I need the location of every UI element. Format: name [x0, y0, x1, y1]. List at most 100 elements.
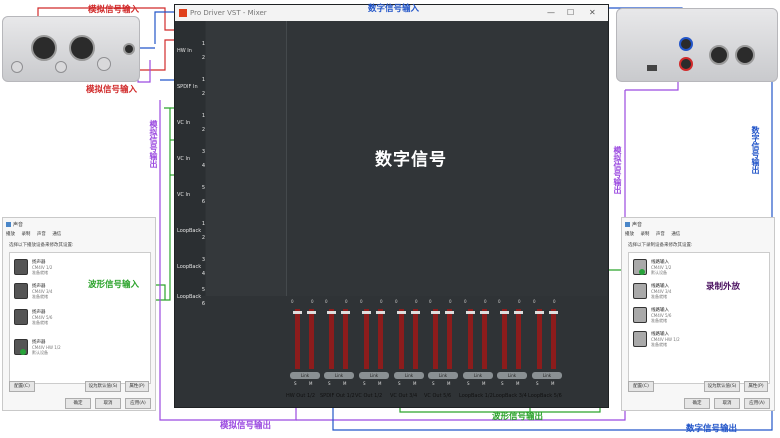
fader-handle[interactable] [293, 311, 302, 314]
solo-button[interactable]: S [328, 381, 331, 386]
input-channel-number: 6 [201, 301, 205, 307]
minimize-icon[interactable]: — [547, 5, 555, 21]
mute-button[interactable]: M [413, 381, 416, 386]
solo-button[interactable]: S [398, 381, 401, 386]
link-button[interactable]: Link [394, 372, 424, 379]
tab-recording[interactable]: 录制 [640, 232, 649, 237]
fader-handle[interactable] [307, 311, 316, 314]
link-button[interactable]: Link [463, 372, 493, 379]
set-default-button[interactable]: 设为默认值(S) [704, 381, 740, 392]
solo-button[interactable]: S [432, 381, 435, 386]
tab-communications[interactable]: 通信 [52, 232, 61, 237]
fader-handle[interactable] [362, 311, 371, 314]
annotation-record-loopback: 录制外放 [706, 282, 741, 292]
fader-handle[interactable] [327, 311, 336, 314]
fader-track[interactable] [480, 309, 489, 369]
solo-button[interactable]: S [536, 381, 539, 386]
device-status: 准备就绪 [651, 294, 667, 299]
fader-track[interactable] [376, 309, 385, 369]
fader-handle[interactable] [397, 311, 406, 314]
fader-handle[interactable] [514, 311, 523, 314]
list-item[interactable]: 线路输入 CM4IV HW 1/2 准备就绪 [633, 331, 743, 349]
configure-button[interactable]: 配置(C) [9, 381, 35, 392]
output-channel-label: VC Out 5/6 [424, 393, 452, 399]
fader-handle[interactable] [376, 311, 385, 314]
fader-track[interactable] [466, 309, 475, 369]
input-channel-number: 2 [201, 91, 205, 97]
solo-button[interactable]: S [363, 381, 366, 386]
fader-handle[interactable] [500, 311, 509, 314]
link-button[interactable]: Link [324, 372, 354, 379]
configure-button[interactable]: 配置(C) [628, 381, 654, 392]
fader-handle[interactable] [535, 311, 544, 314]
list-item[interactable]: 扬声器 CM4IV 5/6 准备就绪 [14, 309, 124, 327]
tab-playback[interactable]: 播放 [6, 232, 15, 237]
link-button[interactable]: Link [497, 372, 527, 379]
annotation-digital-in: 数字信号输入 [368, 4, 420, 14]
mute-button[interactable]: M [343, 381, 346, 386]
fader-handle[interactable] [431, 311, 440, 314]
set-default-button[interactable]: 设为默认值(S) [85, 381, 121, 392]
fader-track[interactable] [445, 309, 454, 369]
solo-button[interactable]: S [501, 381, 504, 386]
cancel-button[interactable]: 取消 [95, 398, 121, 409]
properties-button[interactable]: 属性(P) [125, 381, 149, 392]
tab-playback[interactable]: 播放 [625, 232, 634, 237]
tab-sounds[interactable]: 声音 [37, 232, 46, 237]
list-item[interactable]: 线路输入 CM4IV 1/2 默认设备 [633, 259, 743, 277]
maximize-icon[interactable]: ☐ [567, 5, 574, 21]
device-status: 准备就绪 [32, 270, 48, 275]
apply-button[interactable]: 应用(A) [125, 398, 151, 409]
fader-track[interactable] [293, 309, 302, 369]
tab-sounds[interactable]: 声音 [656, 232, 665, 237]
mute-button[interactable]: M [447, 381, 450, 386]
fader-track[interactable] [362, 309, 371, 369]
fader-handle[interactable] [466, 311, 475, 314]
fader-handle[interactable] [549, 311, 558, 314]
fader-track[interactable] [411, 309, 420, 369]
dialog-title: 声音 [632, 222, 643, 228]
mute-button[interactable]: M [482, 381, 485, 386]
tab-communications[interactable]: 通信 [671, 232, 680, 237]
fader-handle[interactable] [411, 311, 420, 314]
close-icon[interactable]: ✕ [589, 5, 596, 21]
fader-track[interactable] [397, 309, 406, 369]
cancel-button[interactable]: 取消 [714, 398, 740, 409]
link-button[interactable]: Link [532, 372, 562, 379]
mute-button[interactable]: M [378, 381, 381, 386]
fader-handle[interactable] [445, 311, 454, 314]
list-item[interactable]: 扬声器 CM4IV 1/2 准备就绪 [14, 259, 124, 277]
mute-button[interactable]: M [516, 381, 519, 386]
tab-recording[interactable]: 录制 [21, 232, 30, 237]
solo-button[interactable]: S [467, 381, 470, 386]
fader-track[interactable] [431, 309, 440, 369]
fader-track[interactable] [514, 309, 523, 369]
fader-track[interactable] [327, 309, 336, 369]
mute-button[interactable]: M [551, 381, 554, 386]
playback-dialog: 声音 播放 录制 声音 通信 选择以下播放设备来修改其设置: 扬声器 CM4IV… [2, 217, 156, 411]
list-item[interactable]: 线路输入 CM4IV 5/6 准备就绪 [633, 307, 743, 325]
fader-handle[interactable] [341, 311, 350, 314]
list-item[interactable]: 扬声器 CM4IV HW 1/2 默认设备 [14, 339, 124, 357]
fader-handle[interactable] [480, 311, 489, 314]
spdif-port [679, 37, 693, 51]
properties-button[interactable]: 属性(P) [744, 381, 768, 392]
input-channel-name: VC In [177, 120, 191, 126]
link-button[interactable]: Link [428, 372, 458, 379]
link-button[interactable]: Link [290, 372, 320, 379]
fader-track[interactable] [549, 309, 558, 369]
output-strip: 0 0 Link S M [462, 297, 494, 397]
input-channel-name: HW In [177, 48, 192, 54]
fader-track[interactable] [341, 309, 350, 369]
solo-button[interactable]: S [294, 381, 297, 386]
ok-button[interactable]: 确定 [65, 398, 91, 409]
fader-track[interactable] [307, 309, 316, 369]
meter-readout: 0 [518, 299, 521, 304]
mute-button[interactable]: M [309, 381, 312, 386]
link-button[interactable]: Link [359, 372, 389, 379]
fader-track[interactable] [535, 309, 544, 369]
output-channel-label: LoopBack 5/6 [528, 393, 562, 399]
ok-button[interactable]: 确定 [684, 398, 710, 409]
fader-track[interactable] [500, 309, 509, 369]
apply-button[interactable]: 应用(A) [744, 398, 770, 409]
